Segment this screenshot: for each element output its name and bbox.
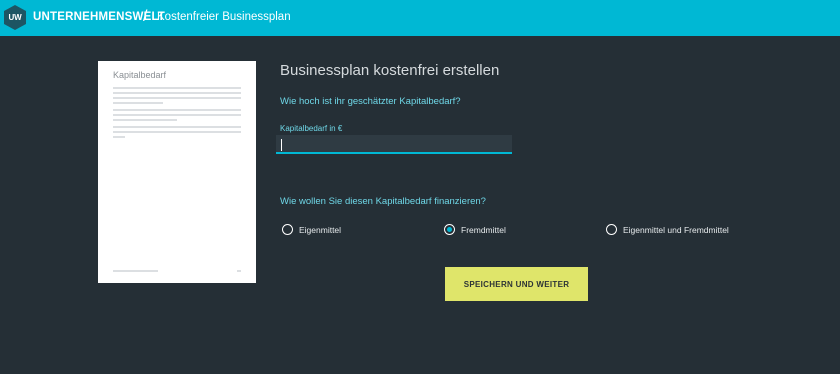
radio-fremdmittel[interactable]: Fremdmittel [444,224,506,235]
top-bar: UW UNTERNEHMENSWELT / Kostenfreier Busin… [0,0,840,36]
document-preview-title: Kapitalbedarf [113,70,167,80]
preview-line [113,102,163,104]
radio-eigenmittel[interactable]: Eigenmittel [282,224,341,235]
preview-line [113,136,125,138]
preview-page-number [237,270,241,272]
radio-label: Fremdmittel [461,224,506,235]
financing-question: Wie wollen Sie diesen Kapitalbedarf fina… [280,196,486,207]
preview-line [113,119,177,121]
preview-line [113,114,241,116]
radio-label: Eigenmittel [299,224,342,235]
preview-line [113,92,241,94]
radio-circle-icon[interactable] [282,224,293,235]
page-subtitle: Kostenfreier Businessplan [157,11,291,23]
breadcrumb-separator: / [143,8,148,25]
document-preview: Kapitalbedarf [98,61,256,283]
preview-line [113,97,241,99]
preview-line [113,109,241,111]
radio-checked-icon[interactable] [444,224,455,235]
unternehmenswelt-logo-icon[interactable]: UW [4,5,26,30]
page-title: Businessplan kostenfrei erstellen [280,62,500,79]
capital-question: Wie hoch ist ihr geschätzter Kapitalbeda… [280,96,461,107]
radio-eigen-und-fremdmittel[interactable]: Eigenmittel und Fremdmittel [606,224,729,235]
capital-input[interactable] [276,135,512,154]
radio-label: Eigenmittel und Fremdmittel [623,224,729,235]
preview-footer-line [113,270,158,272]
preview-line [113,126,241,128]
logo-text: UW [8,13,22,22]
capital-field-label: Kapitalbedarf in € [280,124,343,133]
text-cursor [281,139,282,151]
preview-line [113,131,241,133]
save-and-continue-button[interactable]: SPEICHERN UND WEITER [445,267,588,301]
radio-circle-icon[interactable] [606,224,617,235]
preview-line [113,87,241,89]
